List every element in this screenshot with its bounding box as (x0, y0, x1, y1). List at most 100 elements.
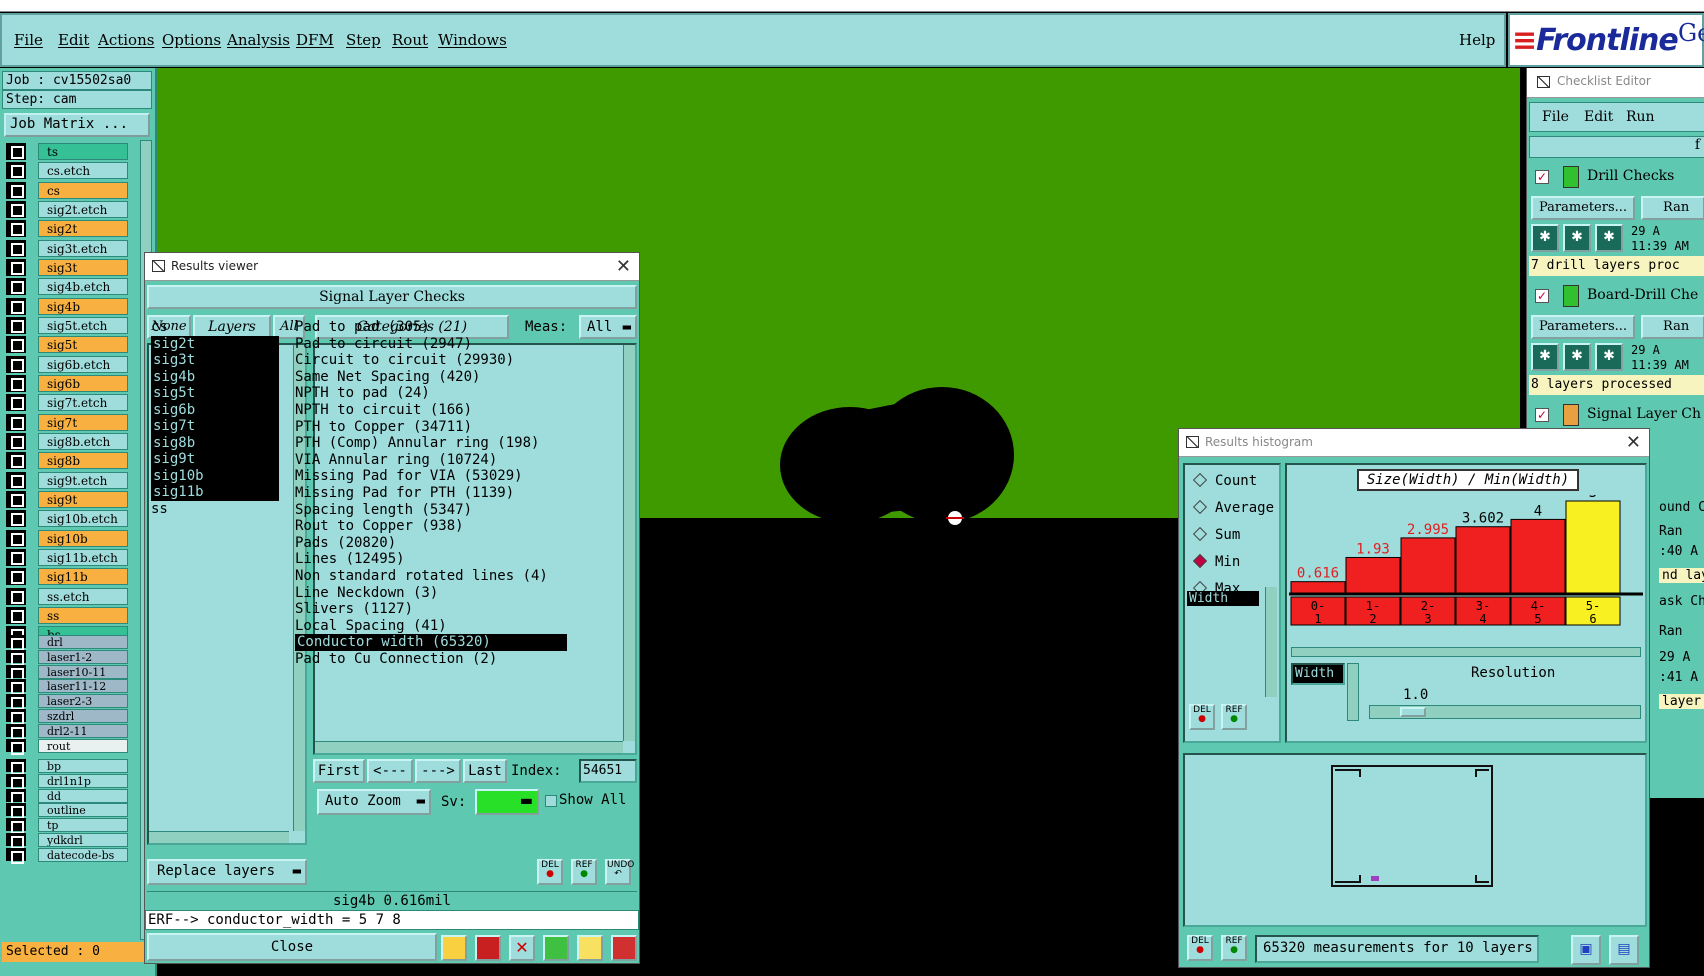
results-layer-item[interactable]: sig6b (151, 401, 279, 419)
category-item[interactable]: Pad to circuit (2947) (295, 336, 472, 353)
results-layer-item[interactable]: sig7t (151, 418, 279, 435)
histogram-field-item[interactable]: Width (1187, 591, 1259, 606)
layer-checkbox[interactable] (6, 759, 26, 775)
category-item[interactable]: Missing Pad for PTH (1139) (295, 485, 514, 502)
layer-checkbox[interactable] (6, 664, 26, 681)
category-item[interactable]: Spacing length (5347) (295, 502, 472, 519)
category-item[interactable]: NPTH to pad (24) (295, 385, 430, 402)
category-item[interactable]: PTH to Copper (34711) (295, 419, 472, 436)
category-item[interactable]: PTH (Comp) Annular ring (198) (295, 435, 539, 452)
layer-checkbox[interactable] (6, 649, 26, 666)
ce-menu-file[interactable]: File (1542, 109, 1569, 125)
layer-checkbox[interactable] (6, 694, 26, 711)
resolution-scroll[interactable] (1347, 663, 1359, 721)
ce-menu-run[interactable]: Run (1626, 109, 1655, 125)
ce-menu-edit[interactable]: Edit (1584, 109, 1613, 125)
check-enable-checkbox[interactable]: ✓ (1535, 170, 1549, 184)
layer-checkbox[interactable] (6, 432, 26, 450)
category-item[interactable]: Circuit to circuit (29930) (295, 352, 514, 369)
show-all-checkbox[interactable] (545, 795, 557, 807)
menu-analysis[interactable]: Analysis (227, 31, 290, 49)
category-item[interactable]: Missing Pad for VIA (53029) (295, 468, 523, 485)
category-item[interactable]: Lines (12495) (295, 551, 405, 568)
layer-checkbox[interactable] (6, 200, 26, 218)
category-item[interactable]: Line Neckdown (3) (295, 585, 438, 602)
del-button[interactable]: DEL ● (537, 859, 563, 885)
menu-rout[interactable]: Rout (392, 31, 428, 49)
layer-checkbox[interactable] (6, 635, 26, 651)
layer-checkbox[interactable] (6, 452, 26, 470)
zoom-window-icon[interactable]: ▤ (1609, 935, 1639, 965)
results-layer-item[interactable]: cs (151, 319, 279, 336)
results-layer-item[interactable]: sig3t (151, 352, 279, 369)
radio-diamond-icon[interactable] (1192, 472, 1208, 488)
radio-diamond-icon[interactable] (1192, 553, 1208, 569)
check-name[interactable]: Drill Checks (1587, 168, 1674, 184)
category-item[interactable]: Slivers (1127) (295, 601, 413, 618)
layer-checkbox[interactable] (6, 773, 26, 790)
histogram-bar[interactable] (1510, 518, 1566, 594)
layer-checkbox[interactable] (6, 738, 26, 755)
cross-icon[interactable]: ✕ (509, 935, 535, 961)
histogram-bar[interactable] (1345, 556, 1401, 594)
layer-checkbox[interactable] (6, 803, 26, 820)
next-button[interactable]: ---> (415, 759, 461, 783)
menu-windows[interactable]: Windows (438, 31, 507, 49)
histogram-mode-radio[interactable]: Min (1192, 553, 1240, 570)
highlight-icon[interactable] (441, 935, 467, 961)
histogram-bar[interactable] (1400, 537, 1456, 594)
layer-checkbox[interactable] (6, 278, 26, 296)
layer-checkbox[interactable] (6, 258, 26, 276)
category-item[interactable]: Conductor width (65320) (295, 634, 567, 652)
resolution-slider[interactable] (1369, 705, 1641, 719)
layer-checkbox[interactable] (6, 355, 26, 373)
layer-checkbox[interactable] (6, 510, 26, 528)
check-enable-checkbox[interactable]: ✓ (1535, 289, 1549, 303)
results-layer-item[interactable]: ss (151, 501, 279, 518)
histogram-titlebar[interactable]: Results histogram ✕ (1179, 429, 1649, 457)
auto-zoom-dropdown[interactable]: Auto Zoom ▬ (317, 789, 431, 815)
layer-checkbox[interactable] (6, 374, 26, 392)
check-name[interactable]: Board-Drill Che (1587, 287, 1698, 303)
category-item[interactable]: Local Spacing (41) (295, 618, 447, 635)
hist-del-button[interactable]: DEL ● (1189, 704, 1215, 730)
first-button[interactable]: First (313, 759, 365, 783)
layer-checkbox[interactable] (6, 316, 26, 334)
close-button[interactable]: Close (147, 933, 437, 961)
layer-checkbox[interactable] (6, 181, 26, 199)
results-viewer-titlebar[interactable]: Results viewer ✕ (145, 253, 639, 281)
check-run-button[interactable]: Ran (1641, 196, 1704, 220)
undo-button[interactable]: UNDO ↶ (605, 859, 634, 885)
histogram-bar[interactable] (1565, 500, 1621, 594)
results-layer-item[interactable]: sig8b (151, 434, 279, 452)
resolution-slider-thumb[interactable] (1400, 707, 1426, 717)
close-icon[interactable]: ✕ (616, 253, 631, 280)
layer-checkbox[interactable] (6, 394, 26, 412)
category-item[interactable]: Rout to Copper (938) (295, 518, 464, 535)
check-action-icon[interactable]: ✱ (1595, 224, 1623, 252)
menu-edit[interactable]: Edit (58, 31, 89, 49)
layer-checkbox[interactable] (6, 568, 26, 586)
compare-icon[interactable] (543, 935, 569, 961)
field-list-scroll[interactable] (1265, 587, 1277, 697)
index-input[interactable]: 54651 (579, 759, 637, 783)
close-icon[interactable]: ✕ (1626, 429, 1641, 456)
layer-checkbox[interactable] (6, 709, 26, 725)
results-layer-item[interactable]: sig10b (151, 467, 279, 485)
conductor-shape[interactable] (780, 385, 1040, 525)
layer-checkbox[interactable] (6, 490, 26, 508)
menu-step[interactable]: Step (346, 31, 381, 49)
categories-hscroll[interactable] (315, 741, 623, 753)
menu-help[interactable]: Help (1459, 31, 1495, 49)
radio-diamond-icon[interactable] (1192, 499, 1208, 515)
histogram-mode-radio[interactable]: Sum (1192, 526, 1240, 543)
layer-checkbox[interactable] (6, 529, 26, 547)
layer-checkbox[interactable] (6, 297, 26, 315)
preview-del-button[interactable]: DEL ● (1187, 935, 1213, 961)
layer-checkbox[interactable] (6, 788, 26, 805)
histogram-mode-radio[interactable]: Average (1192, 499, 1274, 516)
layer-checkbox[interactable] (6, 847, 26, 864)
meas-dropdown[interactable]: All ▬ (579, 315, 637, 339)
layer-checkbox[interactable] (6, 413, 26, 431)
category-item[interactable]: VIA Annular ring (10724) (295, 452, 497, 469)
